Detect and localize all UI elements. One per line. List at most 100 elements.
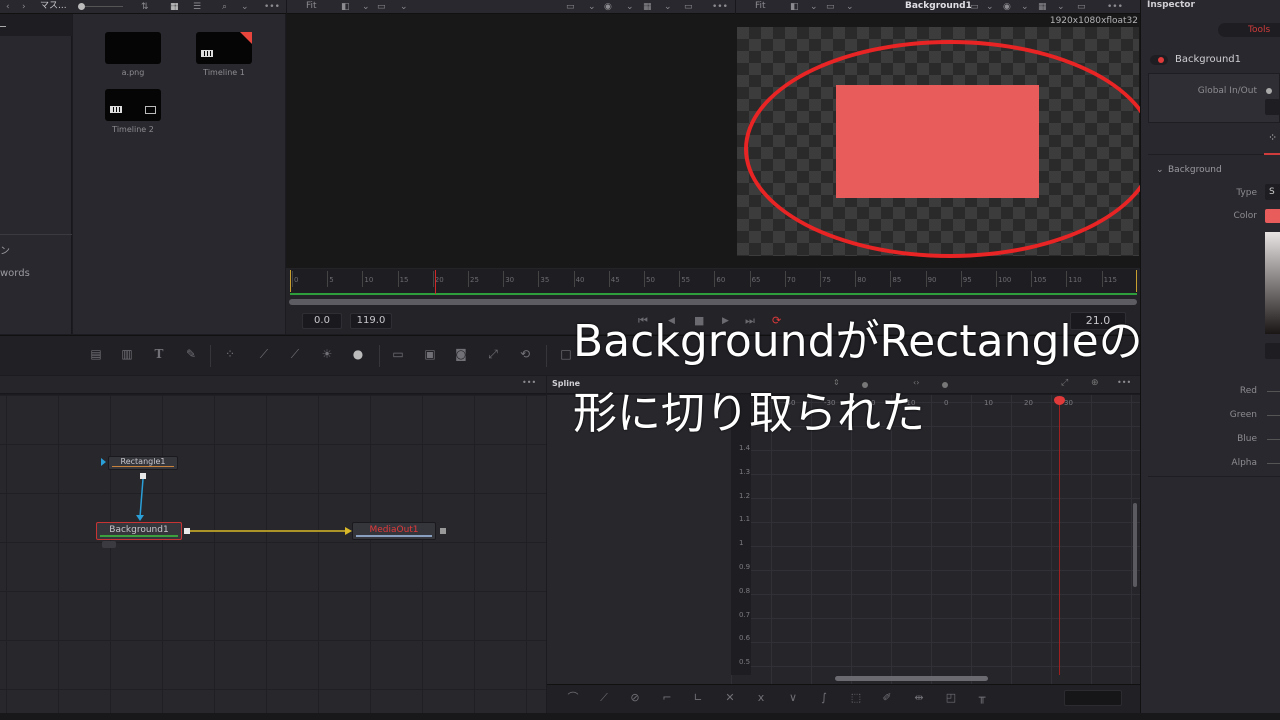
color-channel-icon[interactable]: ◉ xyxy=(604,1,612,13)
playhead[interactable] xyxy=(435,270,436,294)
guides-grid-icon[interactable]: ▦ xyxy=(1038,1,1047,13)
merge-tool-icon[interactable]: ▭ xyxy=(390,347,406,361)
fullscreen-icon[interactable]: ▭ xyxy=(1077,1,1086,13)
chevron-down-icon[interactable]: ⌄ xyxy=(810,1,818,13)
split-view-icon[interactable]: ◧ xyxy=(341,1,350,13)
render-start-marker[interactable] xyxy=(290,270,291,292)
blue-slider[interactable] xyxy=(1267,439,1280,440)
smart-bin-item[interactable]: ン xyxy=(0,242,10,257)
viewer-left-fit-dropdown[interactable]: Fit xyxy=(306,0,317,13)
more-options-icon[interactable]: ••• xyxy=(522,378,536,387)
rectangle-mask-tool-icon[interactable]: □ xyxy=(558,347,574,361)
clip-thumbnail[interactable] xyxy=(105,89,161,121)
output-port[interactable] xyxy=(184,528,190,534)
display-mode-icon[interactable]: ▭ xyxy=(970,1,979,13)
controls-tab-icon[interactable]: ⁘ xyxy=(1268,131,1277,144)
chevron-down-icon[interactable]: ⌄ xyxy=(1156,165,1164,175)
chevron-down-icon[interactable]: ⌄ xyxy=(1021,1,1029,13)
add-point-icon[interactable]: ✐ xyxy=(880,691,894,705)
viewer-right-fit-dropdown[interactable]: Fit xyxy=(755,0,766,13)
blur-tool-icon[interactable]: ● xyxy=(350,347,366,361)
curves-tool-icon[interactable]: ⟋ xyxy=(256,347,272,361)
output-port[interactable] xyxy=(140,473,146,479)
matte-control-tool-icon[interactable]: ◙ xyxy=(453,347,469,361)
loop-icon[interactable]: ∨ xyxy=(786,691,800,705)
ruler-scrollbar[interactable] xyxy=(289,299,1137,305)
spline-value-field[interactable] xyxy=(1064,690,1122,706)
more-options-icon[interactable]: ••• xyxy=(1117,378,1131,387)
chevron-down-icon[interactable]: ⌄ xyxy=(1057,1,1065,13)
brush-tool-icon[interactable]: ✎ xyxy=(183,347,199,361)
clip-thumbnail[interactable] xyxy=(196,32,252,64)
chevron-down-icon[interactable]: ⌄ xyxy=(846,1,854,13)
render-end-marker[interactable] xyxy=(1136,270,1137,292)
guides-grid-icon[interactable]: ▦ xyxy=(643,1,652,13)
shape-box-icon[interactable]: ◰ xyxy=(944,691,958,705)
spline-playhead[interactable] xyxy=(1059,400,1060,675)
tools-tab[interactable]: Tools xyxy=(1218,23,1280,37)
global-start-field[interactable]: 0.0 xyxy=(302,313,342,329)
s-curve-icon[interactable]: ∫ xyxy=(817,691,831,705)
chevron-down-icon[interactable]: ⌄ xyxy=(241,1,249,13)
brightness-tool-icon[interactable]: ☀ xyxy=(319,347,335,361)
color-picker-button[interactable] xyxy=(1265,343,1280,359)
reference-icon[interactable]: ╥ xyxy=(975,691,989,705)
grid-view-icon[interactable]: ▦ xyxy=(170,1,179,13)
section-header-background[interactable]: Background xyxy=(1168,165,1222,175)
spline-horizontal-scrollbar[interactable] xyxy=(835,676,988,681)
chevron-down-icon[interactable]: ⌄ xyxy=(400,1,408,13)
collapse-icon[interactable] xyxy=(0,26,6,27)
viewer-left[interactable] xyxy=(286,14,735,268)
smart-bin-item[interactable]: words xyxy=(0,268,30,279)
nav-back-icon[interactable]: ‹ xyxy=(6,1,10,13)
global-end-field[interactable]: 119.0 xyxy=(350,313,392,329)
alpha-slider[interactable] xyxy=(1267,463,1280,464)
more-options-icon[interactable]: ••• xyxy=(712,1,728,13)
zoom-to-fit-icon[interactable]: ⤢ xyxy=(1061,378,1068,388)
time-stretch-icon[interactable]: ⇹ xyxy=(912,691,926,705)
type-dropdown[interactable]: S xyxy=(1265,184,1280,200)
thumb-size-slider-track[interactable] xyxy=(85,6,123,7)
color-curves-tool-icon[interactable]: ⟋ xyxy=(287,347,303,361)
chevron-down-icon[interactable]: ⌄ xyxy=(362,1,370,13)
select-all-icon[interactable]: ⬚ xyxy=(849,691,863,705)
red-slider[interactable] xyxy=(1267,391,1280,392)
step-in-icon[interactable]: ⌐ xyxy=(660,691,674,705)
paint-tool-icon[interactable]: ▥ xyxy=(119,347,135,361)
list-view-icon[interactable]: ☰ xyxy=(193,1,201,13)
global-in-field[interactable] xyxy=(1265,99,1280,115)
channel-booleans-tool-icon[interactable]: ▣ xyxy=(422,347,438,361)
chevron-down-icon[interactable]: ⌄ xyxy=(588,1,596,13)
roi-icon[interactable]: ▭ xyxy=(377,1,386,13)
chevron-down-icon[interactable]: ⌄ xyxy=(986,1,994,13)
color-picker-gradient[interactable] xyxy=(1265,232,1280,334)
search-icon[interactable]: ⌕ xyxy=(222,1,227,13)
node-mediaout1[interactable]: MediaOut1 xyxy=(352,522,436,540)
step-out-icon[interactable]: ∟ xyxy=(691,691,705,705)
color-channel-icon[interactable]: ◉ xyxy=(1003,1,1011,13)
split-view-icon[interactable]: ◧ xyxy=(790,1,799,13)
horizontal-zoom-slider[interactable] xyxy=(942,382,948,388)
zoom-icon[interactable]: ⊕ xyxy=(1091,378,1099,388)
display-mode-icon[interactable]: ▭ xyxy=(566,1,575,13)
thumb-size-slider-handle[interactable] xyxy=(78,3,85,10)
reverse-icon[interactable]: ✕ xyxy=(723,691,737,705)
roi-icon[interactable]: ▭ xyxy=(826,1,835,13)
more-options-icon[interactable]: ••• xyxy=(264,1,280,13)
transform-tool-icon[interactable]: ⟲ xyxy=(517,347,533,361)
horizontal-zoom-icon[interactable]: ‹› xyxy=(913,378,919,387)
node-view-toggle[interactable] xyxy=(102,541,116,548)
nav-forward-icon[interactable]: › xyxy=(22,1,26,13)
particles-tool-icon[interactable]: ⁘ xyxy=(222,347,238,361)
green-slider[interactable] xyxy=(1267,415,1280,416)
smooth-icon[interactable]: ⌒ xyxy=(566,691,580,705)
ease-in-out-icon[interactable]: ⅹ xyxy=(754,691,768,705)
node-background1[interactable]: Background1 xyxy=(96,522,182,540)
sort-icon[interactable]: ⇅ xyxy=(141,1,149,13)
resize-tool-icon[interactable]: ⤢ xyxy=(485,347,501,361)
node-rectangle1[interactable]: Rectangle1 xyxy=(108,456,178,470)
background-tool-icon[interactable]: ▤ xyxy=(88,347,104,361)
chevron-down-icon[interactable]: ⌄ xyxy=(664,1,672,13)
output-port[interactable] xyxy=(440,528,446,534)
clip-thumbnail[interactable] xyxy=(105,32,161,64)
